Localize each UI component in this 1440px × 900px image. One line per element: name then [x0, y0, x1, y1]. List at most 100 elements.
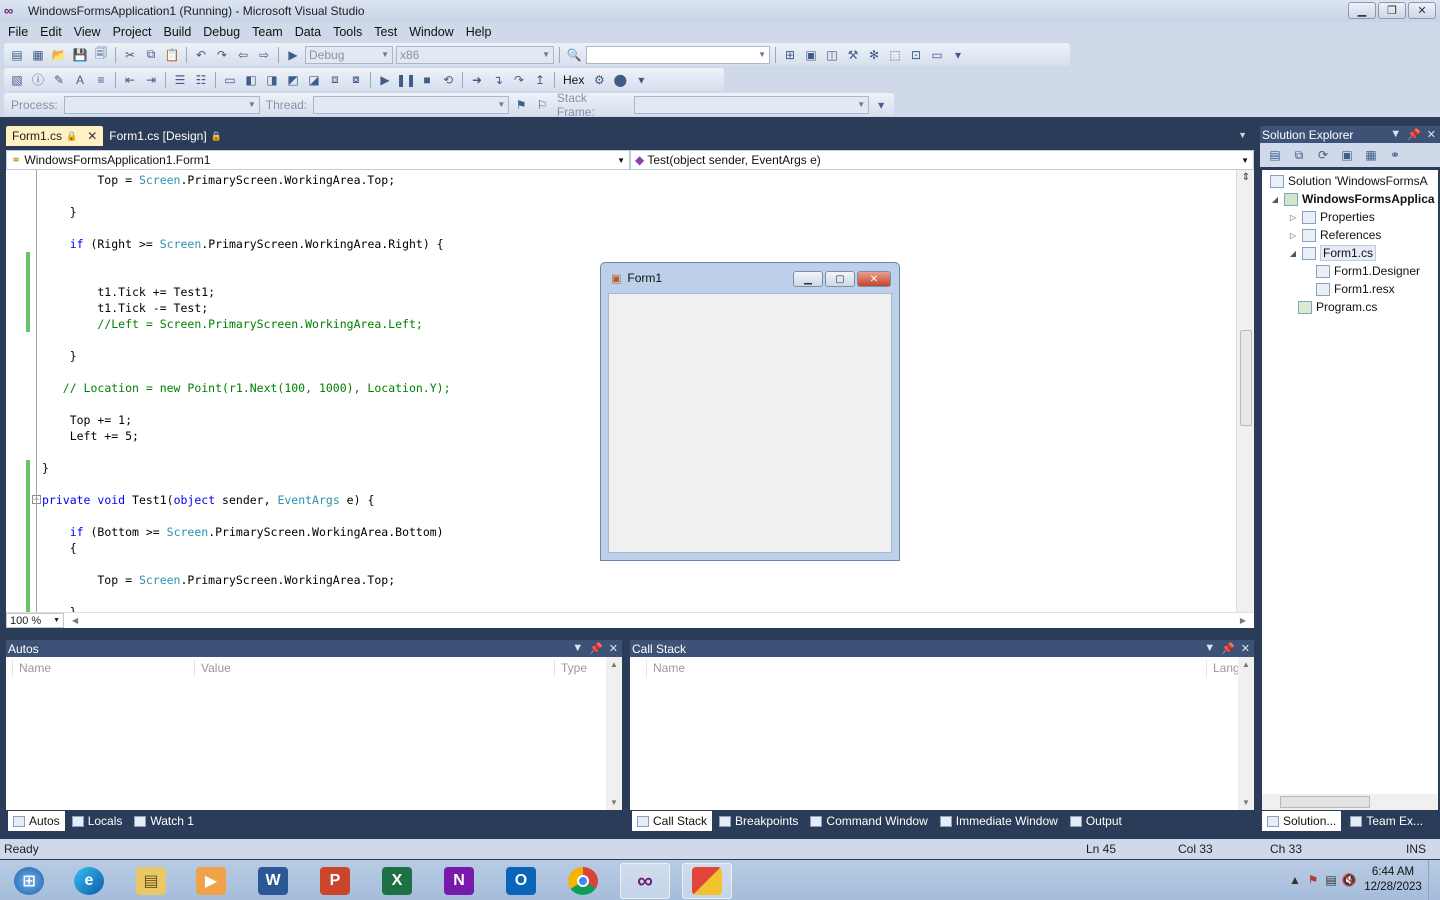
bookmark-toggle-icon[interactable]: ▭	[221, 72, 239, 88]
indicator-margin[interactable]	[6, 170, 26, 612]
code-line[interactable]: t1.Tick += Test1;	[42, 284, 215, 300]
tree-item-solution[interactable]: Solution 'WindowsFormsA	[1270, 172, 1428, 190]
navigate-back-icon[interactable]: ⇦	[234, 47, 252, 63]
collapsed-arrow-icon[interactable]: ▷	[1288, 213, 1298, 222]
column-name[interactable]: Name	[12, 660, 194, 677]
tab-command-window[interactable]: Command Window	[805, 811, 932, 831]
split-handle-icon[interactable]: ⇕	[1239, 172, 1253, 186]
tab-team-explorer[interactable]: Team Ex...	[1345, 811, 1428, 831]
menu-project[interactable]: Project	[107, 25, 158, 39]
taskbar-explorer[interactable]: ▤	[126, 863, 176, 899]
new-project-icon[interactable]: ▤	[8, 47, 26, 63]
solution-platform-combo[interactable]: x86 ▼	[396, 45, 554, 64]
tab-form1-cs[interactable]: Form1.cs 🔒 ✕	[6, 126, 104, 146]
menu-view[interactable]: View	[68, 25, 107, 39]
tree-item-form1-cs[interactable]: ◢ Form1.cs	[1288, 244, 1377, 262]
code-line[interactable]: }	[42, 348, 77, 364]
editor-vertical-scrollbar[interactable]: ⇕	[1236, 170, 1254, 612]
close-window-button[interactable]: ✕	[1408, 2, 1436, 19]
tab-form1-design[interactable]: Form1.cs [Design] 🔒	[103, 126, 228, 146]
scroll-left-icon[interactable]: ◀	[72, 616, 78, 625]
menu-data[interactable]: Data	[289, 25, 327, 39]
tab-immediate-window[interactable]: Immediate Window	[935, 811, 1063, 831]
editor-horizontal-scrollbar[interactable]: ◀ ▶	[64, 614, 1254, 628]
window-position-icon[interactable]: ▼	[1204, 642, 1215, 655]
properties-window-icon[interactable]: ▣	[802, 47, 820, 63]
active-files-dropdown-icon[interactable]: ▼	[1238, 130, 1247, 140]
restart-icon[interactable]: ⟲	[439, 72, 457, 88]
toolbar-options-icon[interactable]: ▾	[949, 47, 967, 63]
tree-item-properties[interactable]: ▷ Properties	[1288, 208, 1375, 226]
tree-item-form1-designer[interactable]: Form1.Designer	[1316, 262, 1420, 280]
show-desktop-button[interactable]	[1428, 860, 1440, 900]
find-in-files-icon[interactable]: 🔍	[565, 47, 583, 63]
continue-icon[interactable]: ▶	[376, 72, 394, 88]
code-line[interactable]: {	[42, 540, 77, 556]
toolbar-options-icon-2[interactable]: ▾	[632, 72, 650, 88]
tree-item-program-cs[interactable]: Program.cs	[1298, 298, 1377, 316]
code-line[interactable]: if (Bottom >= Screen.PrimaryScreen.Worki…	[42, 524, 444, 540]
quick-info-icon[interactable]: ⓘ	[29, 72, 47, 88]
form1-window[interactable]: ▣ Form1 ▁ ▢ ✕	[600, 262, 900, 561]
breakpoints-icon[interactable]: ⬤	[611, 72, 629, 88]
cut-icon[interactable]: ✂	[121, 47, 139, 63]
solution-explorer-icon[interactable]: ⊞	[781, 47, 799, 63]
form1-close-button[interactable]: ✕	[857, 271, 891, 287]
window-position-icon[interactable]: ▼	[1390, 128, 1401, 141]
complete-word-icon[interactable]: ≡	[92, 72, 110, 88]
code-line[interactable]: t1.Tick -= Test;	[42, 300, 208, 316]
solution-configuration-combo[interactable]: Debug ▼	[305, 45, 393, 64]
show-hidden-icons-icon[interactable]: ▲	[1286, 872, 1304, 888]
bookmark-prev-icon[interactable]: ◧	[242, 72, 260, 88]
column-type[interactable]: Type	[554, 660, 604, 677]
step-into-icon[interactable]: ↴	[489, 72, 507, 88]
undo-icon[interactable]: ↶	[192, 47, 210, 63]
menu-debug[interactable]: Debug	[197, 25, 246, 39]
parameter-info-icon[interactable]: ✎	[50, 72, 68, 88]
column-name[interactable]: Name	[646, 660, 1206, 677]
form1-minimize-button[interactable]: ▁	[793, 271, 823, 287]
tab-locals[interactable]: Locals	[67, 811, 128, 831]
auto-hide-pin-icon[interactable]: 📌	[1221, 642, 1235, 655]
scroll-thumb[interactable]	[1280, 796, 1370, 808]
action-center-icon[interactable]: ⚑	[1304, 872, 1322, 888]
menu-build[interactable]: Build	[157, 25, 197, 39]
step-over-icon[interactable]: ↷	[510, 72, 528, 88]
save-all-icon[interactable]: 🗐	[92, 46, 110, 63]
find-combo[interactable]: ▼	[586, 45, 770, 64]
autos-scrollbar[interactable]: ▲ ▼	[606, 657, 622, 810]
code-line[interactable]: Top = Screen.PrimaryScreen.WorkingArea.T…	[42, 572, 395, 588]
toggle-flag-icon[interactable]: ⚑	[512, 97, 530, 113]
network-icon[interactable]: ▤	[1322, 872, 1340, 888]
solution-horizontal-scrollbar[interactable]	[1262, 794, 1438, 810]
taskbar-excel[interactable]: X	[372, 863, 422, 899]
threads-icon[interactable]: ⚙	[590, 72, 608, 88]
tab-call-stack[interactable]: Call Stack	[632, 811, 713, 831]
redo-icon[interactable]: ↷	[213, 47, 231, 63]
code-line[interactable]: Top = Screen.PrimaryScreen.WorkingArea.T…	[42, 172, 395, 188]
members-combo[interactable]: ◆ Test(object sender, EventArgs e) ▼	[630, 150, 1254, 170]
minimize-button[interactable]: ▁	[1348, 2, 1376, 19]
show-all-files-icon[interactable]: ⧉	[1290, 147, 1308, 163]
column-value[interactable]: Value	[194, 660, 554, 677]
taskbar-media-player[interactable]: ▶	[186, 863, 236, 899]
form1-client-area[interactable]	[608, 293, 892, 553]
start-button[interactable]: ⊞	[4, 863, 54, 899]
taskbar-powerpoint[interactable]: P	[310, 863, 360, 899]
decrease-indent-icon[interactable]: ⇤	[121, 72, 139, 88]
window-position-icon[interactable]: ▼	[572, 642, 583, 655]
bookmark-next-icon[interactable]: ◨	[263, 72, 281, 88]
open-file-icon[interactable]: 📂	[50, 47, 68, 63]
taskbar-outlook[interactable]: O	[496, 863, 546, 899]
extension-manager-icon[interactable]: ✻	[865, 47, 883, 63]
command-window-icon[interactable]: ▭	[928, 47, 946, 63]
word-complete-icon[interactable]: A	[71, 72, 89, 88]
menu-window[interactable]: Window	[403, 25, 459, 39]
types-combo[interactable]: ⚭ WindowsFormsApplication1.Form1 ▼	[6, 150, 630, 170]
select-all-icon[interactable]: ▧	[8, 72, 26, 88]
code-line[interactable]: private void Test1(object sender, EventA…	[42, 492, 374, 508]
team-explorer-icon[interactable]: ⊡	[907, 47, 925, 63]
process-combo[interactable]: ▼	[63, 95, 260, 114]
object-browser-icon[interactable]: ◫	[823, 47, 841, 63]
autos-grid[interactable]: Name Value Type ▲ ▼	[6, 657, 622, 810]
